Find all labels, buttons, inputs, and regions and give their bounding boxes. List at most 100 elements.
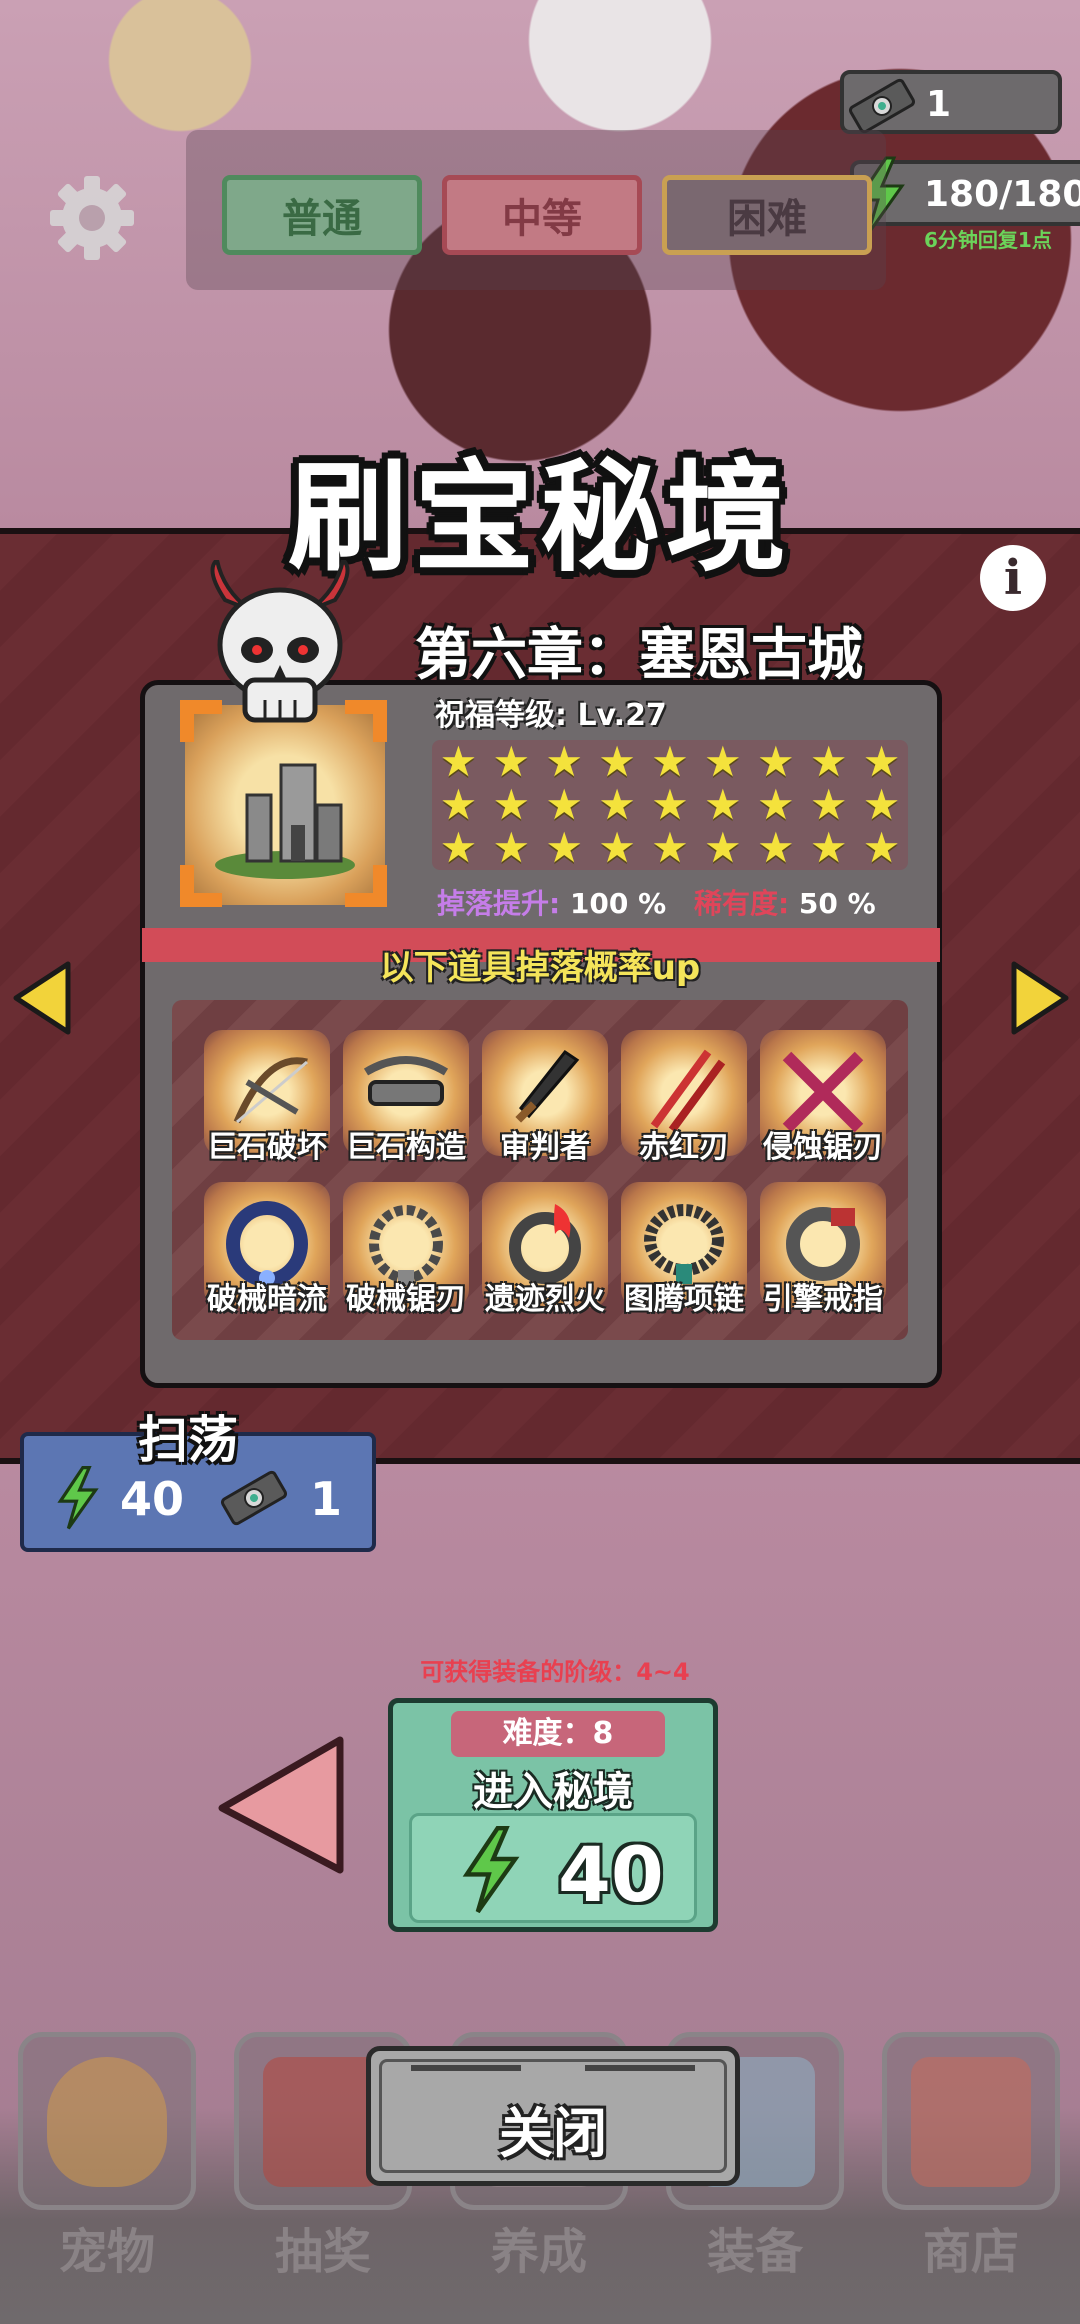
star-icon: ★ — [704, 823, 742, 873]
star-icon: ★ — [492, 736, 531, 786]
star-icon: ★ — [598, 736, 636, 786]
egg-icon — [47, 2057, 167, 2187]
star-icon: ★ — [704, 779, 742, 829]
item-slot[interactable]: 巨石构造 — [339, 1028, 473, 1168]
sweep-energy-cost: 40 — [120, 1472, 185, 1526]
tab-hard-label: 困难 — [727, 196, 807, 242]
drop-stats: 掉落提升: 100 % 稀有度: 50 % — [437, 882, 876, 922]
drop-up-text: 以下道具掉落概率up — [379, 948, 701, 988]
tab-hard[interactable]: 困难 — [662, 175, 872, 255]
nav-shop[interactable]: 商店 — [882, 2032, 1060, 2280]
difficulty-badge: 难度：8 — [451, 1711, 665, 1757]
blessing-level: 祝福等级: Lv.27 — [435, 698, 667, 733]
ticket-counter: 1 — [840, 70, 1062, 134]
star-icon: ★ — [545, 823, 584, 873]
prev-chapter-arrow-icon[interactable] — [10, 958, 74, 1038]
nav-pet[interactable]: 宠物 — [18, 2032, 196, 2280]
shop-icon — [911, 2057, 1031, 2187]
star-icon: ★ — [439, 823, 478, 873]
nav-pet-frame — [18, 2032, 196, 2210]
item-name: 遗迹烈火 — [485, 1282, 605, 1317]
lightning-icon — [57, 1466, 99, 1530]
demon-skull-icon — [210, 560, 350, 723]
chapter-title: 第六章：塞恩古城 — [415, 623, 863, 688]
info-icon: i — [1003, 550, 1023, 606]
star-icon: ★ — [598, 823, 636, 873]
nav-shop-label: 商店 — [922, 2224, 1019, 2280]
close-button[interactable]: 关闭 — [366, 2046, 740, 2186]
star-icon: ★ — [704, 736, 742, 786]
star-icon: ★ — [809, 779, 848, 829]
star-icon: ★ — [492, 779, 531, 829]
item-name: 图腾项链 — [624, 1282, 744, 1317]
ticket-icon — [848, 78, 916, 134]
frame-corner — [180, 865, 222, 907]
gear-icon[interactable] — [42, 168, 142, 268]
star-icon: ★ — [756, 823, 795, 873]
enter-label: 进入秘境 — [473, 1769, 633, 1815]
rarity-value: 50 % — [798, 887, 876, 920]
close-label: 关闭 — [499, 2102, 607, 2165]
back-arrow-icon[interactable] — [210, 1730, 350, 1880]
star-icon: ★ — [756, 736, 795, 786]
item-name: 审判者 — [500, 1130, 590, 1165]
item-name: 赤红刃 — [639, 1130, 729, 1165]
star-icon: ★ — [756, 779, 795, 829]
star-icon: ★ — [809, 823, 848, 873]
sweep-title: 扫荡 — [138, 1411, 238, 1469]
star-icon: ★ — [545, 736, 584, 786]
item-slot[interactable]: 审判者 — [478, 1028, 612, 1168]
star-icon: ★ — [492, 823, 531, 873]
item-slot[interactable]: 赤红刃 — [617, 1028, 751, 1168]
page-title: 刷宝秘境 — [288, 449, 792, 588]
nav-develop-label: 养成 — [490, 2224, 587, 2280]
tier-info: 可获得装备的阶级：4~4 — [420, 1658, 690, 1686]
energy-value: 180/180 — [924, 174, 1080, 215]
nav-pet-label: 宠物 — [58, 2224, 155, 2280]
item-name: 引擎戒指 — [763, 1282, 883, 1317]
info-button[interactable]: i — [980, 545, 1046, 611]
star-icon: ★ — [651, 823, 689, 873]
star-icon: ★ — [809, 736, 848, 786]
item-slot[interactable]: 引擎戒指 — [756, 1180, 890, 1320]
star-icon: ★ — [545, 779, 584, 829]
star-rating: ★ ★ ★ ★ ★ ★ ★ ★ ★ ★ ★ ★ ★ ★ ★ ★ ★ ★ ★ ★ ★ ★ ★ ★ ★ ★ ★ — [432, 740, 908, 870]
tab-medium-label: 中等 — [502, 196, 582, 242]
tab-medium[interactable]: 中等 — [442, 175, 642, 255]
enter-cost-value: 40 — [558, 1830, 664, 1919]
drop-boost-label: 掉落提升: — [437, 887, 561, 920]
item-slot[interactable]: 图腾项链 — [617, 1180, 751, 1320]
enter-cost: 40 — [409, 1813, 697, 1923]
item-name: 侵蚀锯刃 — [763, 1130, 883, 1165]
lightning-icon — [462, 1826, 520, 1914]
star-icon: ★ — [439, 779, 478, 829]
star-icon: ★ — [862, 779, 901, 829]
item-slot[interactable]: 巨石破坏 — [200, 1028, 334, 1168]
star-icon: ★ — [862, 736, 901, 786]
item-slot[interactable]: 破械暗流 — [200, 1180, 334, 1320]
item-name: 巨石破坏 — [207, 1130, 327, 1165]
item-name: 破械锯刃 — [346, 1282, 466, 1317]
nav-lottery-label: 抽奖 — [274, 2224, 371, 2280]
tab-normal[interactable]: 普通 — [222, 175, 422, 255]
star-icon: ★ — [439, 736, 478, 786]
item-name: 巨石构造 — [346, 1130, 466, 1165]
ticket-icon — [220, 1470, 288, 1526]
enter-dungeon-button[interactable]: 难度：8 进入秘境 40 — [388, 1698, 718, 1932]
close-deco — [411, 2065, 521, 2071]
star-icon: ★ — [651, 779, 689, 829]
item-slot[interactable]: 破械锯刃 — [339, 1180, 473, 1320]
next-chapter-arrow-icon[interactable] — [1008, 958, 1072, 1038]
item-slot[interactable]: 侵蚀锯刃 — [756, 1028, 890, 1168]
item-name: 破械暗流 — [207, 1282, 327, 1317]
drop-boost-value: 100 % — [569, 887, 667, 920]
difficulty-tabs: 普通 中等 困难 — [186, 130, 886, 290]
item-slot[interactable]: 遗迹烈火 — [478, 1180, 612, 1320]
close-deco — [585, 2065, 695, 2071]
chest-icon — [263, 2057, 383, 2187]
tab-normal-label: 普通 — [282, 196, 362, 242]
nav-equipment-label: 装备 — [706, 2224, 803, 2280]
ticket-count: 1 — [926, 84, 952, 125]
energy-regen-text: 6分钟回复1点 — [924, 228, 1052, 252]
star-icon: ★ — [598, 779, 636, 829]
